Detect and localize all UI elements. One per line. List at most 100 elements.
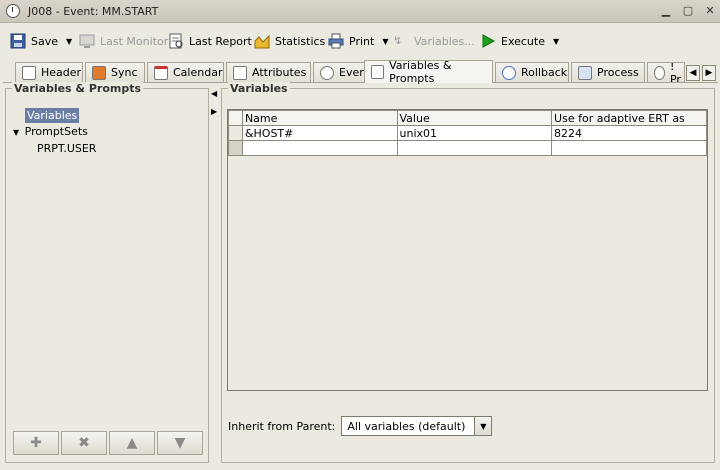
window-title: J008 - Event: MM.START [28, 5, 159, 18]
tree-view: Variables ▼ PromptSets PRPT.USER [10, 103, 204, 414]
add-button[interactable]: ✚ [13, 431, 59, 455]
rollback-icon [502, 65, 516, 80]
tab-label: Attributes [252, 66, 307, 79]
save-button[interactable]: Save ▼ [10, 27, 72, 55]
variables-button[interactable]: ↯ Variables... [393, 27, 475, 55]
variables-icon: ↯ [393, 34, 403, 47]
title-bar: J008 - Event: MM.START ▁ ▢ ✕ [0, 0, 720, 23]
tree-item-prpt-user[interactable]: PRPT.USER [37, 142, 96, 155]
statistics-label: Statistics [275, 34, 326, 48]
chevron-down-icon[interactable]: ▼ [553, 37, 559, 46]
variables-table: Name Value Use for adaptive ERT as &HOST… [227, 109, 708, 391]
arrow-up-icon: ▲ [126, 435, 138, 451]
row-header[interactable] [228, 125, 243, 141]
statistics-button[interactable]: Statistics [254, 27, 325, 55]
minimize-icon[interactable]: ▁ [660, 5, 672, 17]
play-icon [482, 34, 496, 48]
maximize-icon[interactable]: ▢ [682, 5, 694, 17]
table-header-row: Name Value Use for adaptive ERT as [228, 110, 707, 126]
column-header-adaptive-ert[interactable]: Use for adaptive ERT as [551, 110, 707, 126]
tab-label: Header [41, 66, 82, 79]
print-label: Print [349, 34, 375, 48]
tree-item-variables[interactable]: Variables [25, 108, 80, 123]
tab-label: Calendar [173, 66, 223, 79]
clock-icon [320, 65, 334, 80]
tab-variables-prompts[interactable]: Variables & Prompts [364, 59, 493, 85]
print-icon [328, 33, 344, 49]
move-down-button[interactable]: ▼ [157, 431, 203, 455]
tab-attributes[interactable]: Attributes [226, 62, 311, 82]
last-report-label: Last Report [189, 34, 252, 48]
panel-splitter[interactable]: ◀ ▶ [210, 88, 218, 463]
save-icon [10, 33, 26, 49]
plus-icon: ✚ [30, 435, 42, 451]
tab-scroll-right-icon[interactable]: ▶ [702, 65, 716, 81]
print-button[interactable]: Print ▼ [328, 27, 388, 55]
tab-rollback[interactable]: Rollback [495, 62, 569, 82]
column-header-value[interactable]: Value [396, 110, 553, 126]
expand-right-icon[interactable]: ▶ [211, 107, 217, 116]
calendar-icon [154, 65, 168, 80]
tab-pr-truncated[interactable]: ! Pr [647, 62, 685, 82]
move-up-button[interactable]: ▲ [109, 431, 155, 455]
table-row: &HOST# unix01 8224 [228, 125, 707, 141]
inherit-select[interactable]: All variables (default) ▼ [341, 416, 493, 436]
collapse-left-icon[interactable]: ◀ [211, 89, 217, 98]
chevron-down-icon[interactable]: ▼ [66, 37, 72, 46]
tab-scroll-left-icon[interactable]: ◀ [686, 65, 700, 81]
tab-sync[interactable]: Sync [85, 62, 145, 82]
table-row-empty [228, 140, 707, 156]
clock-icon [6, 4, 20, 18]
variables-icon [371, 65, 385, 79]
table-cell-name[interactable] [241, 140, 398, 156]
table-cell-adaptive-ert[interactable] [551, 140, 707, 156]
table-cell-adaptive-ert[interactable]: 8224 [551, 125, 707, 141]
last-monitor-label: Last Monitor [100, 34, 169, 48]
execute-label: Execute [501, 34, 545, 48]
inherit-select-value: All variables (default) [347, 420, 466, 433]
tree-item-label: PromptSets [24, 125, 88, 138]
monitor-icon [79, 34, 95, 48]
tab-bar: Header Sync Calendar Attributes Event Va… [10, 59, 720, 85]
panel-title: Variables & Prompts [12, 82, 144, 95]
attributes-icon [233, 65, 247, 80]
table-cell-name[interactable]: &HOST# [241, 125, 398, 141]
variables-prompts-panel: Variables & Prompts Variables ▼ PromptSe… [5, 82, 209, 463]
column-header-name[interactable]: Name [241, 110, 398, 126]
tab-label: Process [597, 66, 639, 79]
tree-item-promptsets[interactable]: ▼ PromptSets [13, 125, 88, 138]
arrow-down-icon: ▼ [174, 435, 186, 451]
table-cell-value[interactable]: unix01 [396, 125, 553, 141]
last-report-button[interactable]: Last Report [168, 27, 252, 55]
process-icon [578, 65, 592, 80]
tab-header[interactable]: Header [15, 62, 83, 82]
chevron-down-icon[interactable]: ▼ [382, 37, 388, 46]
variables-label: Variables... [414, 34, 475, 48]
tree-item-label: PRPT.USER [37, 142, 97, 155]
table-cell-value[interactable] [396, 140, 553, 156]
delete-button[interactable]: ✖ [61, 431, 107, 455]
tab-label: Rollback [521, 66, 568, 79]
panel-title: Variables [228, 82, 290, 95]
header-icon [22, 65, 36, 80]
chevron-down-icon[interactable]: ▼ [474, 417, 492, 435]
close-icon[interactable]: ✕ [704, 5, 716, 17]
clock-icon [654, 65, 665, 80]
tab-label: Variables & Prompts [389, 59, 452, 85]
save-label: Save [31, 34, 59, 48]
tab-label: ! Pr [669, 62, 681, 82]
inherit-label: Inherit from Parent: [228, 419, 336, 433]
report-icon [169, 33, 183, 49]
delete-icon: ✖ [78, 435, 90, 451]
toolbar: Save ▼ Last Monitor Last Report Statisti… [0, 27, 720, 55]
tab-calendar[interactable]: Calendar [147, 62, 224, 82]
expand-arrow-icon[interactable]: ▼ [13, 128, 19, 137]
execute-button[interactable]: Execute ▼ [480, 27, 559, 55]
inherit-row: Inherit from Parent: All variables (defa… [228, 416, 493, 436]
last-monitor-button[interactable]: Last Monitor [79, 27, 168, 55]
tab-label: Sync [111, 66, 138, 79]
tree-item-label: Variables [25, 108, 80, 123]
statistics-icon [254, 34, 270, 49]
tab-process[interactable]: Process [571, 62, 645, 82]
row-header[interactable] [228, 140, 243, 156]
